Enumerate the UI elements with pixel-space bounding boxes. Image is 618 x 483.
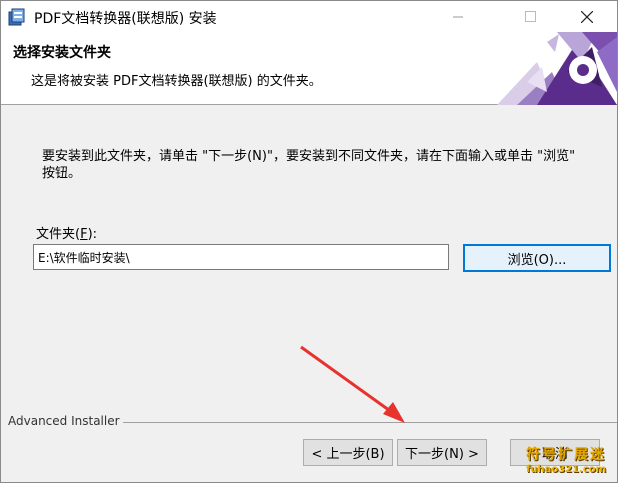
site-watermark: 符号扩展迷 fuhao321.com [516,444,616,482]
folder-label-access-key: F [80,227,88,242]
maximize-button[interactable] [507,1,553,32]
page-subtitle: 这是将被安装 PDF文档转换器(联想版) 的文件夹。 [31,74,322,89]
next-button[interactable]: 下一步(N) > [397,439,487,466]
watermark-title: 符号扩展迷 [526,447,606,463]
minimize-icon [453,16,463,17]
browse-button[interactable]: 浏览(O)... [463,244,611,272]
close-button[interactable] [564,1,610,32]
folder-label-suffix: ): [87,227,98,242]
title-bar: PDF文档转换器(联想版) 安装 [1,1,617,32]
close-icon [581,10,593,23]
folder-label-prefix: 文件夹( [36,227,81,242]
installer-window: PDF文档转换器(联想版) 安装 选择安装文件夹 这是将被安装 PDF文档转换器… [0,0,618,483]
instruction-text: 要安装到此文件夹，请单击 "下一步(N)"，要安装到不同文件夹，请在下面输入或单… [42,149,576,181]
folder-path-input[interactable] [33,244,449,270]
page-title: 选择安装文件夹 [13,45,111,61]
back-button[interactable]: < 上一步(B) [303,439,393,466]
folder-label: 文件夹(F): [36,223,97,242]
banner-graphic [497,32,617,105]
advanced-installer-brand: Advanced Installer [8,414,120,428]
footer-divider [123,422,617,423]
maximize-icon [524,11,536,22]
header-banner: 选择安装文件夹 这是将被安装 PDF文档转换器(联想版) 的文件夹。 [1,32,617,105]
installer-app-icon [8,8,25,26]
watermark-url: fuhao321.com [525,464,607,475]
window-title: PDF文档转换器(联想版) 安装 [34,11,217,27]
minimize-button[interactable] [435,1,481,32]
